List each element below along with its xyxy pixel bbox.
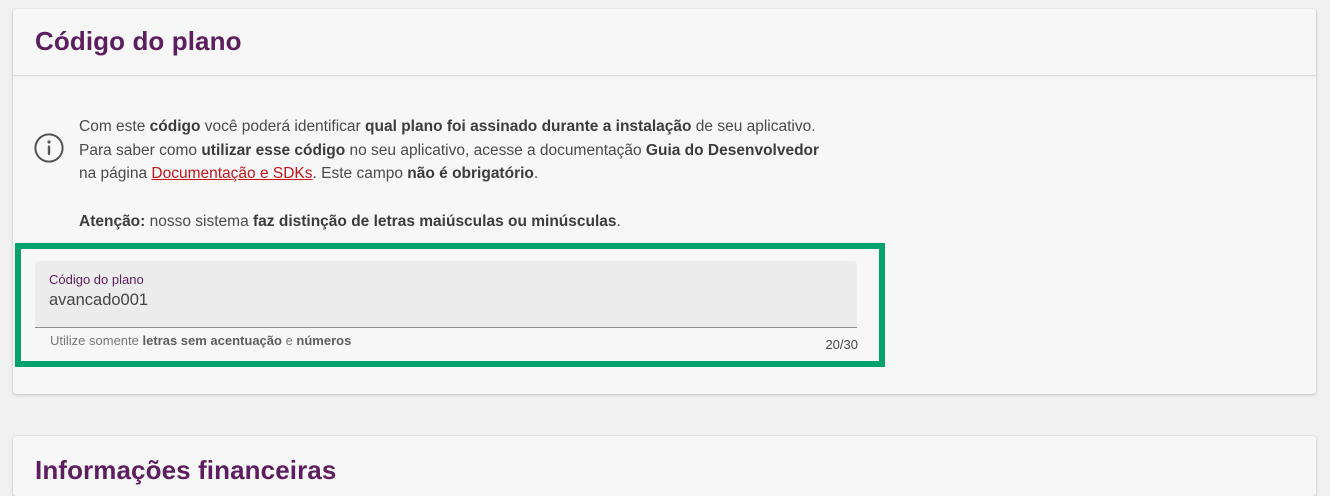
info-bold-segment: código <box>149 118 201 135</box>
info-text-segment: Para saber como <box>79 141 202 159</box>
info-line-2: Para saber como utilizar esse código no … <box>79 139 879 163</box>
info-bold-segment: faz distinção de letras maiúsculas ou mi… <box>253 212 617 230</box>
info-text-segment: nosso sistema <box>145 212 254 230</box>
info-text-segment: Com este <box>79 118 150 135</box>
card-title: Código do plano <box>35 26 242 56</box>
plan-code-card: Código do plano Com este código você pod… <box>13 9 1316 394</box>
hint-bold-segment: números <box>296 333 352 348</box>
attention-label: Atenção: <box>79 212 146 230</box>
character-counter: 20/30 <box>825 337 858 352</box>
field-label: Código do plano <box>49 272 144 287</box>
info-text-segment: você poderá identificar <box>200 118 366 135</box>
info-text-segment: . Este campo <box>312 165 408 182</box>
info-bold-segment: Guia do Desenvolvedor <box>645 141 820 159</box>
info-circle-icon <box>34 133 64 163</box>
financial-info-card: Informações financeiras <box>13 436 1316 496</box>
info-text: Com este código você poderá identificar … <box>79 115 879 233</box>
card-header: Código do plano <box>13 9 1316 76</box>
info-bold-segment: não é obrigatório <box>407 165 534 182</box>
hint-text-segment: Utilize somente <box>50 333 143 348</box>
documentation-sdks-link[interactable]: Documentação e SDKs <box>151 165 312 182</box>
plan-code-field[interactable]: Código do plano <box>35 261 857 328</box>
info-text-segment: de seu aplicativo. <box>691 118 816 135</box>
hint-text-segment: e <box>281 333 297 348</box>
info-text-segment: no seu aplicativo, acesse a documentação <box>345 141 646 159</box>
info-line-1: Com este código você poderá identificar … <box>79 115 879 139</box>
info-bold-segment: qual plano foi assinado durante a instal… <box>365 118 692 135</box>
field-hint: Utilize somente letras sem acentuação e … <box>50 333 351 348</box>
info-text-segment: na página <box>79 165 152 182</box>
field-highlight-box: Código do plano Utilize somente letras s… <box>15 243 885 367</box>
info-text-segment: . <box>533 165 539 182</box>
hint-bold-segment: letras sem acentuação <box>142 333 282 348</box>
attention-note: Atenção: nosso sistema faz distinção de … <box>79 210 879 234</box>
card-title: Informações financeiras <box>35 455 337 485</box>
info-line-3: na página Documentação e SDKs. Este camp… <box>79 162 879 186</box>
info-text-segment: . <box>616 212 621 230</box>
plan-code-input[interactable] <box>49 291 829 310</box>
info-bold-segment: utilizar esse código <box>201 141 346 159</box>
